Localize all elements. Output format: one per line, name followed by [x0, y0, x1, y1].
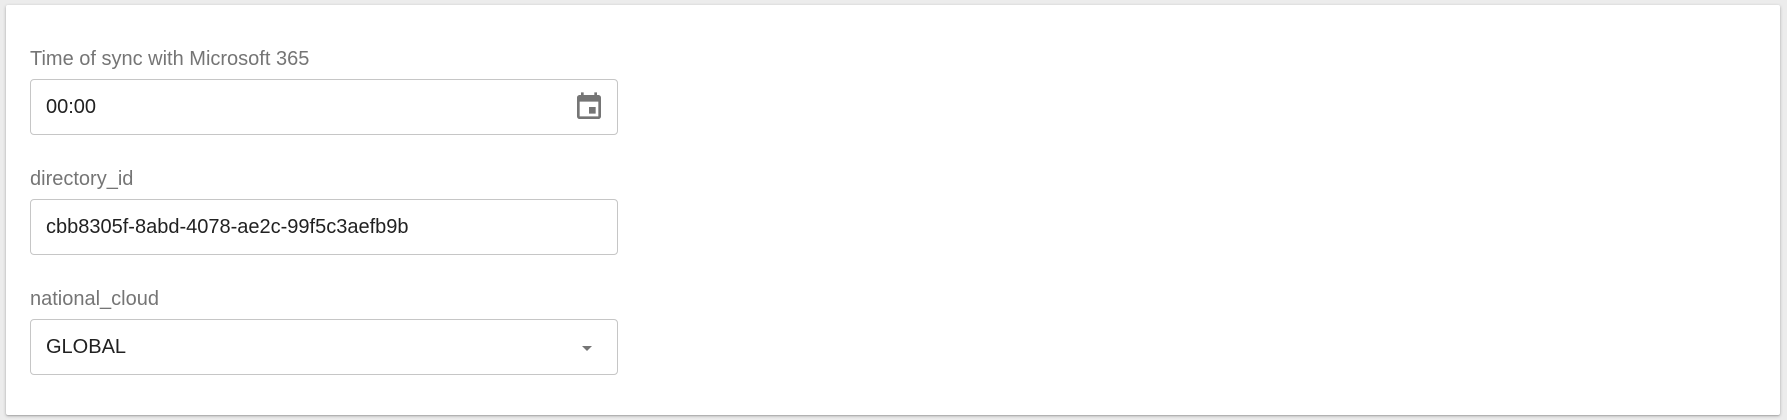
dropdown-arrow-icon[interactable]: [575, 336, 599, 360]
settings-card: Time of sync with Microsoft 365 00:00 di…: [6, 5, 1780, 415]
national-cloud-select[interactable]: GLOBAL: [30, 319, 618, 375]
sync-time-field: Time of sync with Microsoft 365 00:00: [30, 47, 618, 135]
directory-id-input[interactable]: cbb8305f-8abd-4078-ae2c-99f5c3aefb9b: [30, 199, 618, 255]
sync-time-input[interactable]: 00:00: [30, 79, 618, 135]
directory-id-value: cbb8305f-8abd-4078-ae2c-99f5c3aefb9b: [46, 216, 409, 238]
directory-id-field: directory_id cbb8305f-8abd-4078-ae2c-99f…: [30, 167, 618, 255]
national-cloud-field: national_cloud GLOBAL: [30, 287, 618, 375]
directory-id-label: directory_id: [30, 168, 134, 190]
calendar-icon[interactable]: [573, 91, 605, 123]
sync-time-value: 00:00: [46, 96, 97, 118]
national-cloud-label: national_cloud: [30, 288, 159, 310]
sync-time-label: Time of sync with Microsoft 365: [30, 48, 310, 70]
national-cloud-value: GLOBAL: [46, 336, 127, 358]
